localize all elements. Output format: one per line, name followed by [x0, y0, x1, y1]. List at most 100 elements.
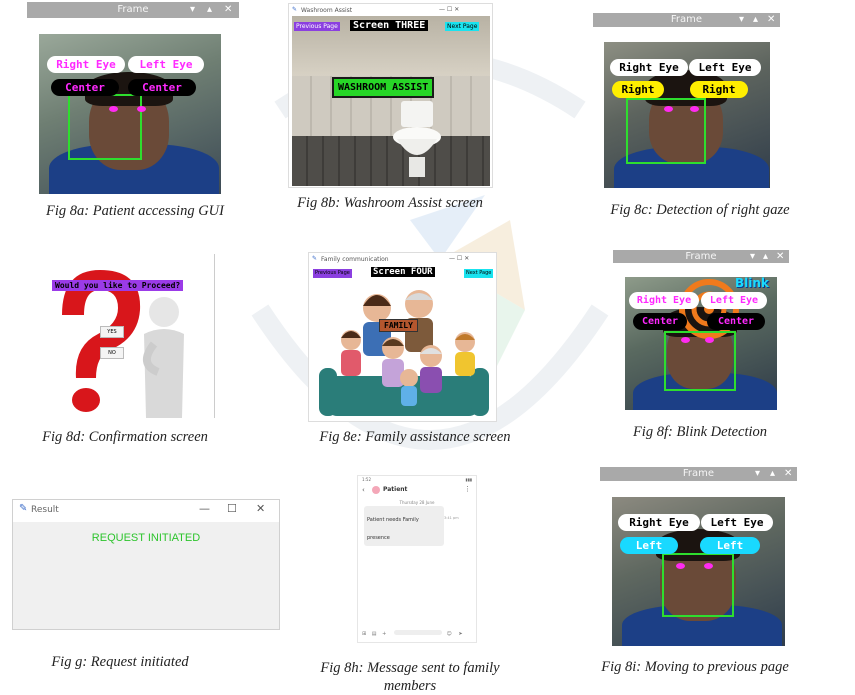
request-status: REQUEST INITIATED [91, 532, 201, 544]
left-eye-status: Right [690, 81, 748, 98]
attach-icon[interactable]: ⊞ [362, 631, 366, 637]
close-icon[interactable]: ✕ [776, 250, 784, 263]
caption-8e: Fig 8e: Family assistance screen [319, 429, 511, 445]
camera-feed: Right Eye Left Eye Left Left [612, 497, 785, 646]
window-title-bar: Frame ▾ ▴ ✕ [593, 13, 780, 27]
window-controls[interactable]: — ☐ ✕ [439, 6, 459, 13]
figure-g: ✎ Result — ☐ ✕ REQUEST INITIATED [12, 499, 280, 630]
caption-8c: Fig 8c: Detection of right gaze [610, 202, 790, 218]
right-eye-status: Left [620, 537, 678, 554]
window-title: Washroom Assist [301, 7, 353, 14]
camera-feed: Right Eye Left Eye Center Center [39, 34, 221, 194]
compose-bar[interactable]: ⊞ ▤ + ☺ ➤ [362, 630, 472, 638]
figure-8d: Would you like to Proceed? YES NO [14, 254, 215, 418]
right-eye-marker [664, 106, 673, 112]
previous-page-button[interactable]: Previous Page [313, 269, 352, 278]
status-bar: 1:52 ▮▮▮ [362, 477, 472, 482]
maximize-icon[interactable]: ☐ [227, 502, 237, 515]
maximize-icon[interactable]: ▴ [753, 13, 758, 27]
washroom-photo: Previous Page Next Page Screen THREE WAS… [292, 16, 490, 186]
more-options-icon[interactable]: ⋮ [464, 485, 471, 493]
left-eye-status: Left [700, 537, 760, 554]
window-title: Frame [685, 251, 717, 262]
face-detection-box [68, 94, 142, 160]
message-bubble: Patient needs Family presence [364, 506, 444, 546]
send-icon[interactable]: ➤ [458, 631, 462, 637]
figure-8h: 1:52 ▮▮▮ ‹ Patient ⋮ Thursday 28 June Pat… [357, 475, 477, 643]
left-eye-marker [137, 106, 146, 112]
window-title: Frame [117, 4, 149, 15]
close-icon[interactable]: ✕ [784, 467, 792, 481]
minimize-icon[interactable]: ▾ [750, 250, 755, 263]
window-title-bar: Frame ▾ ▴ ✕ [600, 467, 797, 481]
message-input[interactable] [393, 630, 442, 635]
no-button[interactable]: NO [100, 347, 124, 359]
window-title: Result [31, 505, 59, 515]
left-eye-label: Left Eye [701, 514, 773, 531]
feather-icon: ✎ [292, 6, 298, 13]
figure-8a: Frame ▾ ▴ ✕ Right Eye Left Eye Center Ce… [27, 2, 239, 194]
window-title: Family communication [321, 256, 389, 263]
left-eye-label: Left Eye [701, 292, 767, 309]
minimize-icon[interactable]: ▾ [739, 13, 744, 27]
yes-button[interactable]: YES [100, 326, 124, 338]
gallery-icon[interactable]: ▤ [372, 631, 377, 637]
camera-feed: Right Eye Left Eye Right Right [604, 42, 770, 188]
screen-label: Screen THREE [350, 20, 429, 31]
face-detection-box [662, 553, 734, 617]
next-page-button[interactable]: Next Page [464, 269, 494, 278]
confirmation-question: Would you like to Proceed? [52, 280, 184, 291]
caption-8h-line1: Fig 8h: Message sent to family [320, 660, 500, 676]
left-eye-marker [705, 337, 714, 343]
left-eye-marker [690, 106, 699, 112]
close-icon[interactable]: ✕ [767, 13, 775, 27]
figure-8c: Frame ▾ ▴ ✕ Right Eye Left Eye Right Rig… [593, 13, 780, 189]
next-page-button[interactable]: Next Page [445, 22, 480, 31]
washroom-assist-banner: WASHROOM ASSIST [332, 77, 435, 98]
caption-8f: Fig 8f: Blink Detection [632, 424, 768, 440]
figure-8i: Frame ▾ ▴ ✕ Right Eye Left Eye Left Left [600, 467, 797, 646]
window-title: Frame [682, 468, 715, 479]
chat-day: Thursday 28 June [399, 500, 435, 505]
blink-label: Blink [735, 277, 769, 290]
close-icon[interactable]: ✕ [256, 502, 265, 515]
caption-8a: Fig 8a: Patient accessing GUI [46, 203, 224, 219]
face-detection-box [664, 331, 736, 391]
window-title: Frame [670, 14, 703, 25]
caption-8d: Fig 8d: Confirmation screen [42, 429, 208, 445]
back-arrow-icon[interactable]: ‹ [362, 486, 365, 494]
feather-icon: ✎ [312, 255, 318, 262]
message-time: 3:41 pm [444, 516, 459, 520]
right-eye-status: Center [51, 79, 119, 96]
window-controls[interactable]: — ☐ ✕ [449, 255, 469, 262]
previous-page-button[interactable]: Previous Page [294, 22, 340, 31]
left-eye-marker [704, 563, 713, 569]
left-eye-status: Center [707, 313, 765, 330]
maximize-icon[interactable]: ▴ [770, 467, 775, 481]
right-eye-marker [676, 563, 685, 569]
caption-8h: Fig 8h: Message sent to family members [300, 659, 520, 695]
right-eye-label: Right Eye [610, 59, 688, 76]
left-eye-label: Left Eye [128, 56, 204, 73]
feather-icon: ✎ [19, 503, 28, 514]
minimize-icon[interactable]: ▾ [190, 2, 195, 18]
right-eye-status: Center [633, 313, 687, 330]
right-eye-label: Right Eye [629, 292, 699, 309]
right-eye-label: Right Eye [618, 514, 700, 531]
contact-name: Patient [383, 486, 408, 493]
maximize-icon[interactable]: ▴ [763, 250, 768, 263]
window-title-bar: Frame ▾ ▴ ✕ [613, 250, 789, 263]
figure-8f: Frame ▾ ▴ ✕ Blink Right Eye Left Eye Cen… [613, 250, 789, 411]
close-icon[interactable]: ✕ [224, 2, 232, 18]
right-eye-marker [109, 106, 118, 112]
screen-label: Screen FOUR [371, 267, 435, 277]
minimize-icon[interactable]: — [199, 502, 210, 515]
minimize-icon[interactable]: ▾ [755, 467, 760, 481]
figure-8e: ✎ Family communication — ☐ ✕ Previous Pa… [308, 252, 497, 422]
emoji-icon[interactable]: ☺ [447, 631, 452, 637]
target-icon [679, 279, 739, 339]
caption-8i: Fig 8i: Moving to previous page [601, 659, 789, 675]
maximize-icon[interactable]: ▴ [207, 2, 212, 18]
add-icon[interactable]: + [382, 631, 386, 637]
figure-8b: ✎ Washroom Assist — ☐ ✕ Previous Page Ne… [288, 3, 493, 188]
